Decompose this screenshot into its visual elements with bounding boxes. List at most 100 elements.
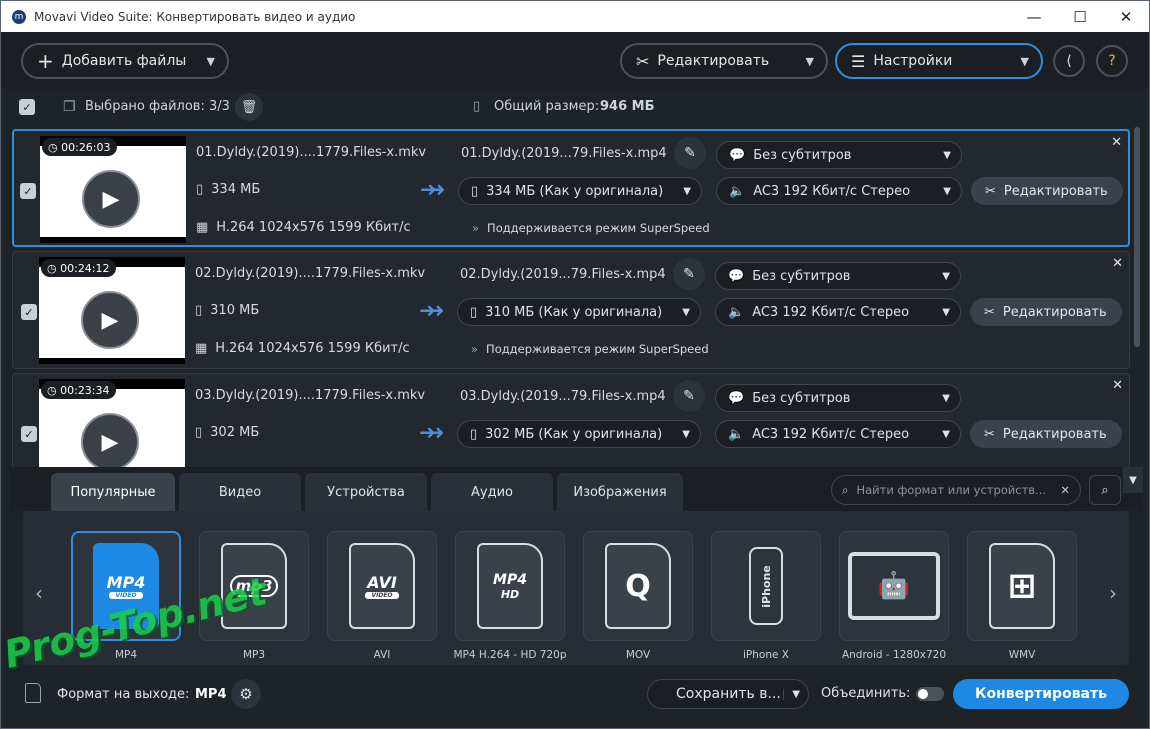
audio-value: AC3 192 Кбит/с Стерео: [753, 183, 911, 199]
format-android[interactable]: 🤖: [839, 531, 949, 641]
list-scrollbar[interactable]: [1134, 127, 1140, 347]
format-mp4-hd[interactable]: MP4 HD: [455, 531, 565, 641]
audio-dropdown[interactable]: 🔈 AC3 192 Кбит/с Стерео ▼: [716, 177, 962, 205]
source-size: ▯ 302 МБ: [195, 425, 259, 440]
tab-video[interactable]: Видео: [179, 473, 301, 511]
next-arrow-icon[interactable]: ›: [1109, 581, 1117, 605]
video-thumbnail[interactable]: ◷ 00:24:12 ▶: [39, 257, 185, 364]
output-filename: 02.Dyldy.(2019...79.Files-x.mp4: [460, 267, 666, 282]
settings-button[interactable]: ☰ Настройки ▼: [835, 43, 1043, 79]
tools-icon: ✂: [984, 426, 995, 442]
save-to-label: Сохранить в...: [676, 686, 781, 702]
scan-search-icon: ⌕: [1101, 482, 1109, 498]
rename-button[interactable]: ✎: [673, 380, 705, 412]
rename-button[interactable]: ✎: [673, 258, 705, 290]
search-icon: ⌕: [842, 482, 849, 497]
selection-bar: ✓ ❐ Выбрано файлов: 3/3 🗑 ▯ Общий размер…: [9, 89, 1143, 125]
add-files-button[interactable]: + Добавить файлы ▼: [21, 43, 229, 79]
tools-icon: ✂: [985, 183, 996, 199]
speaker-icon: 🔈: [729, 183, 746, 199]
minimize-button[interactable]: —: [1011, 1, 1057, 32]
speaker-icon: 🔈: [728, 426, 745, 442]
maximize-button[interactable]: ☐: [1057, 1, 1103, 32]
mp4-icon-text: MP4: [106, 573, 146, 592]
file-row[interactable]: ✓ ◷ 00:23:34 ▶ 03.Dyldy.(2019)....1779.F…: [12, 373, 1130, 467]
file-checkbox[interactable]: ✓: [20, 183, 36, 199]
edit-file-button[interactable]: ✂ Редактировать: [971, 177, 1123, 205]
play-icon[interactable]: ▶: [82, 170, 140, 228]
format-label: iPhone X: [743, 649, 789, 661]
file-row[interactable]: ✓ ◷ 00:26:03 ▶ 01.Dyldy.(2019)....1779.F…: [12, 129, 1130, 247]
chevron-down-icon: ▼: [683, 185, 691, 197]
audio-dropdown[interactable]: 🔈 AC3 192 Кбит/с Стерео ▼: [715, 298, 961, 326]
format-label: Android - 1280x720: [841, 649, 947, 661]
share-button[interactable]: ⟨: [1053, 45, 1085, 77]
subtitles-dropdown[interactable]: 💬 Без субтитров ▼: [715, 384, 961, 412]
settings-label: Настройки: [873, 53, 953, 69]
duration: 00:24:12: [60, 261, 110, 275]
file-checkbox[interactable]: ✓: [21, 426, 37, 442]
format-label: AVI: [373, 649, 391, 661]
format-mov[interactable]: Q: [583, 531, 693, 641]
video-thumbnail[interactable]: ◷ 00:23:34 ▶: [39, 379, 185, 467]
merge-switch[interactable]: [916, 686, 945, 701]
output-size-dropdown[interactable]: ▯ 334 МБ (Как у оригинала) ▼: [458, 177, 702, 205]
play-icon[interactable]: ▶: [81, 413, 139, 467]
chevron-down-icon: ▼: [1129, 474, 1137, 486]
iphone-icon: iPhone: [749, 547, 783, 625]
tab-popular[interactable]: Популярные: [51, 473, 175, 511]
help-button[interactable]: ?: [1096, 45, 1128, 77]
format-wmv[interactable]: ⊞: [967, 531, 1077, 641]
source-codec: ▦ H.264 1024x576 1599 Кбит/с: [195, 341, 410, 356]
prev-arrow-icon[interactable]: ‹: [35, 581, 43, 605]
subtitles-dropdown[interactable]: 💬 Без субтитров ▼: [715, 262, 961, 290]
superspeed-text: Поддерживается режим SuperSpeed: [486, 342, 709, 356]
tab-images[interactable]: Изображения: [557, 473, 683, 511]
format-iphone-x[interactable]: iPhone: [711, 531, 821, 641]
file-icon: ▯: [195, 303, 203, 318]
source-codec-value: H.264 1024x576 1599 Кбит/с: [215, 341, 410, 356]
convert-button[interactable]: Конвертировать: [953, 679, 1129, 709]
output-size-dropdown[interactable]: ▯ 302 МБ (Как у оригинала) ▼: [457, 420, 701, 448]
chevron-down-icon: ▼: [943, 149, 951, 161]
remove-file-icon[interactable]: ✕: [1112, 378, 1123, 393]
tab-devices[interactable]: Устройства: [305, 473, 427, 511]
format-search-input[interactable]: ⌕ Найти формат или устройств... ✕: [831, 475, 1081, 505]
edit-menu-button[interactable]: ✂ Редактировать ▼: [620, 43, 828, 79]
format-avi[interactable]: AVI VIDEO: [327, 531, 437, 641]
output-size-dropdown[interactable]: ▯ 310 МБ (Как у оригинала) ▼: [457, 298, 701, 326]
mp4-icon-sub: VIDEO: [109, 592, 143, 599]
file-row[interactable]: ✓ ◷ 00:24:12 ▶ 02.Dyldy.(2019)....1779.F…: [12, 251, 1130, 369]
remove-file-icon[interactable]: ✕: [1111, 135, 1122, 150]
convert-arrow-icon: ➜➜: [419, 298, 444, 322]
audio-dropdown[interactable]: 🔈 AC3 192 Кбит/с Стерео ▼: [715, 420, 961, 448]
video-thumbnail[interactable]: ◷ 00:26:03 ▶: [40, 136, 186, 243]
clear-search-icon[interactable]: ✕: [1060, 483, 1070, 497]
rename-button[interactable]: ✎: [674, 137, 706, 169]
chevron-down-icon: ▼: [943, 185, 951, 197]
save-to-button[interactable]: Сохранить в... ▼: [647, 679, 809, 709]
remove-file-icon[interactable]: ✕: [1112, 256, 1123, 271]
play-icon[interactable]: ▶: [81, 291, 139, 349]
format-label: MOV: [625, 649, 651, 661]
edit-file-label: Редактировать: [1002, 304, 1107, 320]
output-filename: 03.Dyldy.(2019...79.Files-x.mp4: [460, 389, 666, 404]
merge-toggle[interactable]: Объединить:: [821, 686, 945, 701]
tab-audio[interactable]: Аудио: [431, 473, 553, 511]
toolbar: + Добавить файлы ▼ ✂ Редактировать ▼ ☰ Н…: [1, 32, 1149, 89]
subtitles-dropdown[interactable]: 💬 Без субтитров ▼: [716, 141, 962, 169]
collapse-panel-button[interactable]: ▼: [1123, 467, 1143, 493]
trash-button[interactable]: 🗑: [235, 93, 263, 121]
chevron-down-icon[interactable]: ▼: [783, 688, 800, 700]
edit-file-button[interactable]: ✂ Редактировать: [970, 420, 1122, 448]
subtitles-icon: 💬: [729, 147, 746, 163]
format-settings-button[interactable]: ⚙: [231, 679, 261, 709]
edit-file-button[interactable]: ✂ Редактировать: [970, 298, 1122, 326]
audio-value: AC3 192 Кбит/с Стерео: [752, 426, 910, 442]
source-size-value: 310 МБ: [210, 303, 260, 318]
file-checkbox[interactable]: ✓: [21, 304, 37, 320]
close-button[interactable]: ✕: [1103, 1, 1149, 32]
select-all-checkbox[interactable]: ✓: [19, 99, 35, 115]
format-finder-button[interactable]: ⌕: [1089, 475, 1121, 505]
subtitles-icon: 💬: [728, 268, 745, 284]
